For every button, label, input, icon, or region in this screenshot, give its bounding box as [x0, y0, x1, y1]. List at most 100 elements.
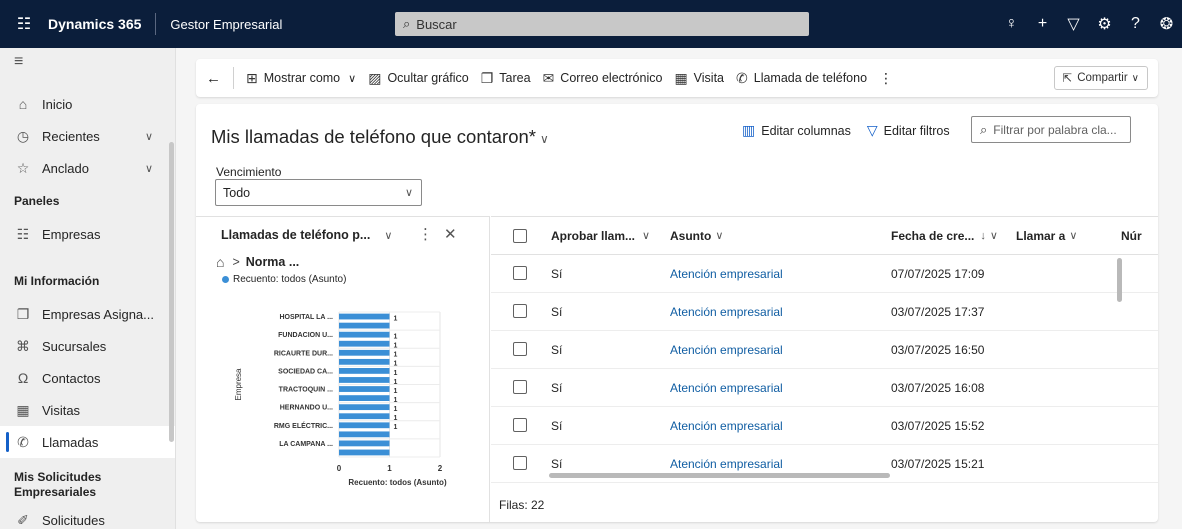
x-tick-label: 1: [387, 464, 392, 473]
show-as-button[interactable]: ⊞ Mostrar como ∨: [246, 70, 356, 87]
row-checkbox[interactable]: [513, 380, 527, 394]
column-header-label: Fecha de cre...: [891, 228, 975, 243]
plus-icon[interactable]: +: [1027, 15, 1058, 33]
cell-created: 07/07/2025 17:09: [891, 267, 985, 281]
visit-button[interactable]: ▦ Visita: [674, 70, 724, 87]
brand-title[interactable]: Dynamics 365: [48, 13, 157, 35]
edit-filters-button[interactable]: ▽ Editar filtros: [867, 122, 950, 139]
task-label: Tarea: [499, 71, 531, 85]
select-all-checkbox[interactable]: [513, 229, 527, 243]
grid-horizontal-scrollbar[interactable]: [549, 473, 890, 478]
cell-created: 03/07/2025 15:21: [891, 457, 985, 471]
bar[interactable]: [339, 440, 390, 447]
bar[interactable]: [339, 431, 390, 438]
column-header-approve[interactable]: Aprobar llam... ∨: [551, 229, 650, 243]
filter-icon[interactable]: ▽: [1058, 14, 1089, 34]
column-header-number[interactable]: Núr: [1121, 229, 1142, 243]
table-row[interactable]: Sí Atención empresarial 03/07/2025 17:37: [491, 293, 1158, 331]
row-checkbox[interactable]: [513, 266, 527, 280]
email-icon: ✉: [542, 69, 555, 86]
nav-scrollbar[interactable]: [169, 142, 174, 442]
bar[interactable]: [339, 368, 390, 374]
bar[interactable]: [339, 404, 390, 411]
calendar-icon: ▦: [16, 401, 30, 418]
nav-item-llamadas[interactable]: ✆ Llamadas: [0, 426, 175, 458]
help-icon[interactable]: ?: [1120, 15, 1151, 33]
table-row[interactable]: Sí Atención empresarial 03/07/2025 16:08: [491, 369, 1158, 407]
table-row[interactable]: Sí Atención empresarial 03/07/2025 15:52: [491, 407, 1158, 445]
nav-label: Sucursales: [42, 338, 107, 354]
table-row[interactable]: Sí Atención empresarial 03/07/2025 16:50: [491, 331, 1158, 369]
bar[interactable]: [339, 413, 390, 420]
phone-call-button[interactable]: ✆ Llamada de teléfono: [736, 70, 867, 87]
hide-chart-button[interactable]: ▨ Ocultar gráfico: [368, 70, 469, 87]
cell-subject-link[interactable]: Atención empresarial: [670, 457, 783, 471]
app-launcher-icon[interactable]: ☷: [0, 0, 48, 48]
lightbulb-icon[interactable]: ♀: [996, 15, 1027, 33]
bar-data-label: 1: [394, 388, 398, 395]
nav-item-empresas[interactable]: ☷ Empresas: [0, 218, 175, 250]
bar[interactable]: [339, 331, 390, 338]
bar-data-label: 1: [394, 406, 398, 413]
bar[interactable]: [339, 313, 390, 320]
row-checkbox[interactable]: [513, 304, 527, 318]
bar[interactable]: [339, 377, 390, 383]
table-row[interactable]: Sí Atención empresarial 07/07/2025 17:09: [491, 255, 1158, 293]
row-checkbox[interactable]: [513, 342, 527, 356]
email-button[interactable]: ✉ Correo electrónico: [543, 70, 663, 87]
columns-icon: ▥: [742, 122, 756, 138]
column-header-created[interactable]: Fecha de cre... ↓ ∨: [891, 229, 998, 243]
cell-approve: Sí: [551, 457, 563, 471]
grid-vertical-scrollbar[interactable]: [1117, 258, 1122, 302]
bar-data-label: 1: [394, 415, 398, 422]
nav-item-sucursales[interactable]: ⌘ Sucursales: [0, 330, 175, 362]
gear-icon[interactable]: ⚙: [1089, 14, 1120, 34]
bar[interactable]: [339, 358, 390, 365]
row-checkbox[interactable]: [513, 418, 527, 432]
chevron-down-icon[interactable]: ∨: [145, 162, 153, 175]
nav-item-inicio[interactable]: ⌂ Inicio: [0, 88, 175, 120]
bar[interactable]: [339, 395, 390, 401]
hamburger-icon[interactable]: ≡: [0, 48, 175, 76]
nav-item-contactos[interactable]: Ω Contactos: [0, 362, 175, 394]
nav-section-paneles: Paneles: [14, 194, 60, 208]
view-selector[interactable]: Mis llamadas de teléfono que contaron* ∨: [211, 126, 549, 148]
bar[interactable]: [339, 322, 390, 329]
nav-item-solicitudes[interactable]: ✐ Solicitudes: [0, 504, 175, 529]
task-button[interactable]: ❐ Tarea: [481, 70, 531, 87]
cell-subject-link[interactable]: Atención empresarial: [670, 381, 783, 395]
share-button[interactable]: ⇱ Compartir ∨: [1053, 66, 1148, 90]
keyword-filter-input[interactable]: ⌕ Filtrar por palabra cla...: [971, 116, 1131, 143]
column-header-call-to[interactable]: Llamar a ∨: [1016, 229, 1077, 243]
column-header-subject[interactable]: Asunto ∨: [670, 229, 723, 243]
cell-subject-link[interactable]: Atención empresarial: [670, 343, 783, 357]
bar-data-label: 1: [394, 334, 398, 341]
search-box[interactable]: ⌕ Buscar: [395, 12, 809, 36]
bar[interactable]: [339, 386, 390, 392]
bar-data-label: 1: [394, 424, 398, 431]
nav-item-anclado[interactable]: ☆ Anclado ∨: [0, 152, 175, 184]
back-arrow-icon[interactable]: ←: [206, 70, 221, 87]
cell-subject-link[interactable]: Atención empresarial: [670, 419, 783, 433]
nav-item-visitas[interactable]: ▦ Visitas: [0, 394, 175, 426]
bar[interactable]: [339, 340, 390, 347]
nav-label: Anclado: [42, 160, 89, 176]
row-checkbox[interactable]: [513, 456, 527, 470]
more-options-icon[interactable]: ⋮: [879, 70, 893, 87]
cell-subject-link[interactable]: Atención empresarial: [670, 267, 783, 281]
person-icon: Ω: [17, 370, 29, 386]
chevron-down-icon[interactable]: ∨: [145, 130, 153, 143]
nav-item-recientes[interactable]: ◷ Recientes ∨: [0, 120, 175, 152]
bar[interactable]: [339, 449, 390, 456]
bar[interactable]: [339, 349, 390, 356]
document-icon: ❐: [16, 305, 30, 322]
cell-subject-link[interactable]: Atención empresarial: [670, 305, 783, 319]
edit-columns-button[interactable]: ▥ Editar columnas: [742, 122, 851, 139]
copilot-icon[interactable]: ❂: [1151, 14, 1182, 34]
due-filter-select[interactable]: Todo ∨: [215, 179, 422, 206]
bar[interactable]: [339, 422, 390, 429]
search-icon: ⌕: [403, 16, 411, 31]
nav-item-empresas-asignadas[interactable]: ❐ Empresas Asigna...: [0, 298, 175, 330]
edit-columns-label: Editar columnas: [761, 123, 851, 138]
app-name[interactable]: Gestor Empresarial: [156, 17, 364, 32]
